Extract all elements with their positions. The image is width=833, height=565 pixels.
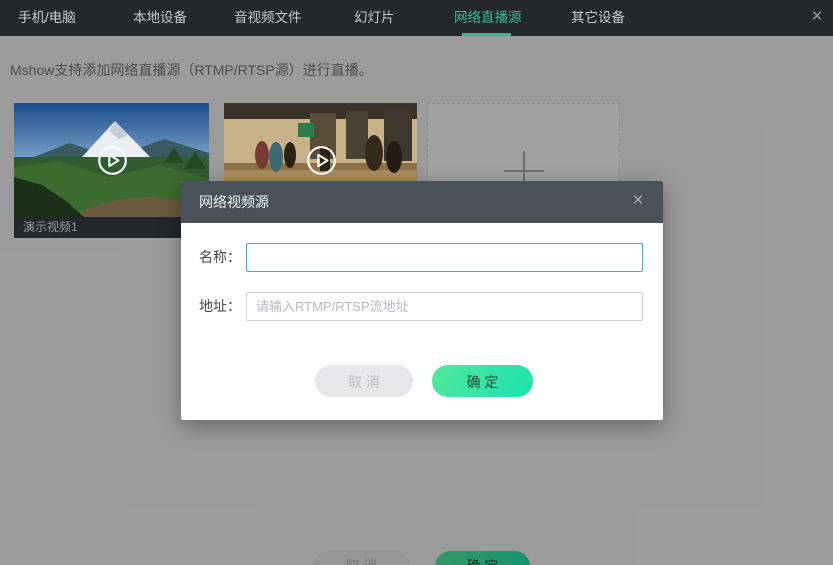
dialog-title: 网络视频源 [199, 194, 269, 210]
play-icon [306, 146, 336, 175]
dialog-confirm-button[interactable]: 确 定 [432, 365, 533, 397]
tab-slides[interactable]: 幻灯片 [354, 0, 395, 36]
tab-local-device[interactable]: 本地设备 [133, 0, 187, 36]
dialog-close-icon[interactable]: × [625, 181, 651, 223]
tab-other-devices[interactable]: 其它设备 [571, 0, 625, 36]
address-input[interactable] [246, 292, 643, 321]
play-icon [97, 146, 127, 175]
app-window: 手机/电脑 本地设备 音视频文件 幻灯片 网络直播源 其它设备 × Mshow支… [0, 0, 833, 565]
network-source-dialog: 网络视频源 × 名称： 地址： 取 消 确 定 [181, 181, 663, 420]
name-field-label: 名称： [199, 249, 241, 265]
dialog-header: 网络视频源 × [181, 181, 663, 223]
window-close-icon[interactable]: × [804, 0, 830, 36]
dialog-cancel-button[interactable]: 取 消 [315, 365, 413, 397]
tab-network-live-source[interactable]: 网络直播源 [454, 0, 522, 36]
top-nav: 手机/电脑 本地设备 音视频文件 幻灯片 网络直播源 其它设备 × [0, 0, 833, 36]
tab-phone-pc[interactable]: 手机/电脑 [18, 0, 76, 36]
address-field-label: 地址： [199, 298, 241, 314]
name-input[interactable] [246, 243, 643, 272]
tab-av-files[interactable]: 音视频文件 [234, 0, 302, 36]
video-thumbnail-mountain[interactable] [14, 103, 209, 217]
